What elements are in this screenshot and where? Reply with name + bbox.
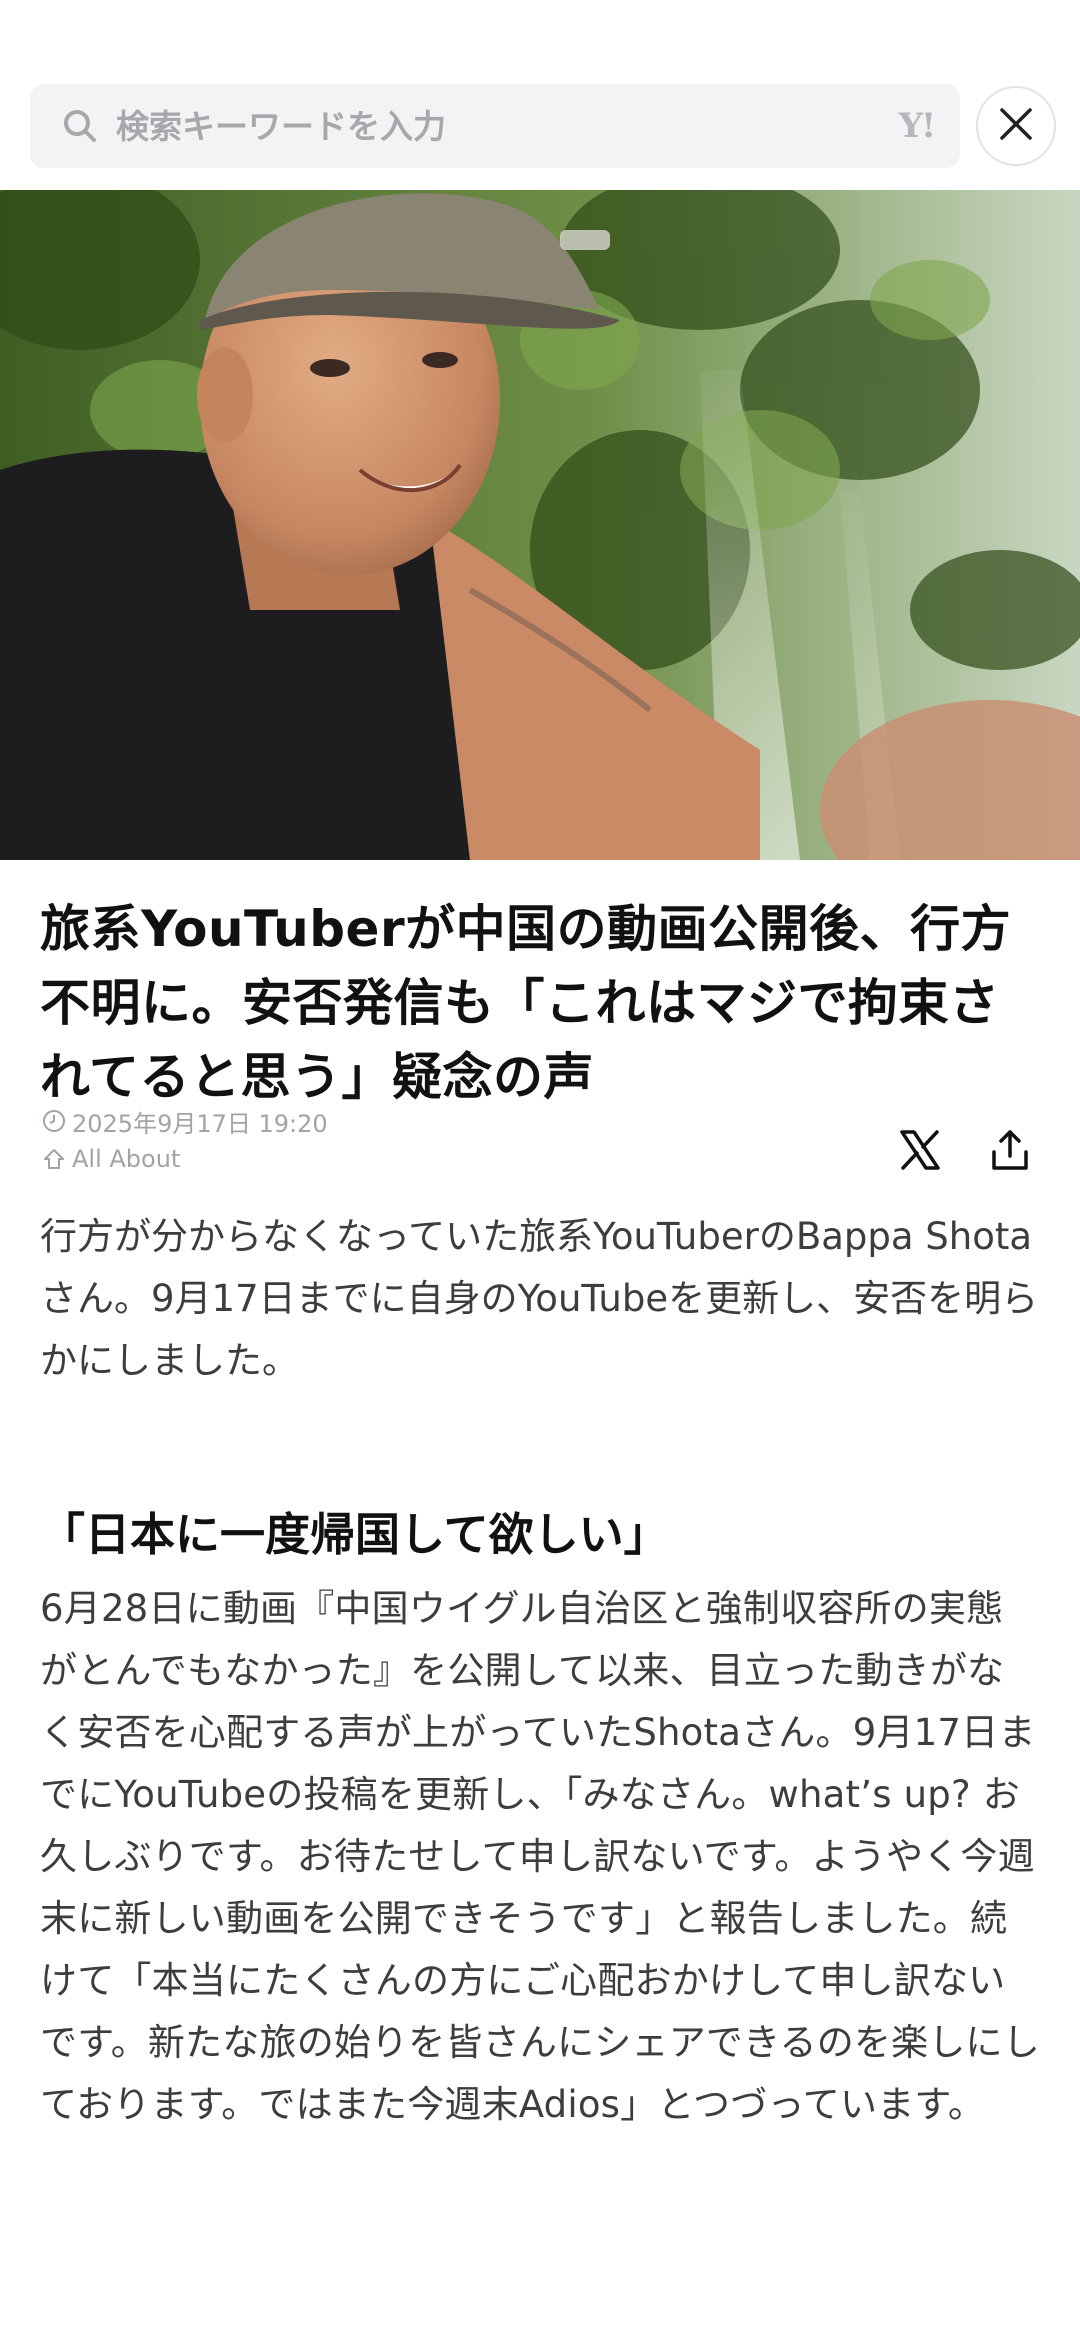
close-icon xyxy=(998,106,1034,146)
article-hero-photo xyxy=(0,190,1080,860)
share-x-button[interactable] xyxy=(892,1124,948,1180)
article-lead: 行方が分からなくなっていた旅系YouTuberのBappa Shotaさん。9月… xyxy=(40,1215,1039,1382)
article-meta: 2025年9月17日 19:20 All About xyxy=(40,1102,328,1178)
search-icon xyxy=(58,104,102,148)
share-icon xyxy=(988,1128,1032,1176)
article-body: 6月28日に動画『中国ウイグル自治区と強制収容所の実態がとんでもなかった』を公開… xyxy=(40,1587,1040,2126)
article-source[interactable]: All About xyxy=(72,1145,180,1173)
source-icon xyxy=(40,1145,68,1173)
search-bar[interactable]: Y! xyxy=(30,84,960,168)
x-logo-icon xyxy=(898,1128,942,1176)
share-button[interactable] xyxy=(982,1124,1038,1180)
search-input[interactable] xyxy=(116,96,899,156)
clock-icon xyxy=(40,1107,68,1135)
article-headline: 旅系YouTuberが中国の動画公開後、行方不明に。安否発信も「これはマジで拘束… xyxy=(40,900,1012,1106)
close-button[interactable] xyxy=(976,86,1056,166)
article-source-row[interactable]: All About xyxy=(40,1140,328,1178)
article-section-heading: 「日本に一度帰国して欲しい」 xyxy=(40,1508,669,1561)
yahoo-logo: Y! xyxy=(898,106,936,146)
article-date: 2025年9月17日 19:20 xyxy=(72,1109,328,1138)
article-date-row: 2025年9月17日 19:20 xyxy=(40,1102,328,1140)
